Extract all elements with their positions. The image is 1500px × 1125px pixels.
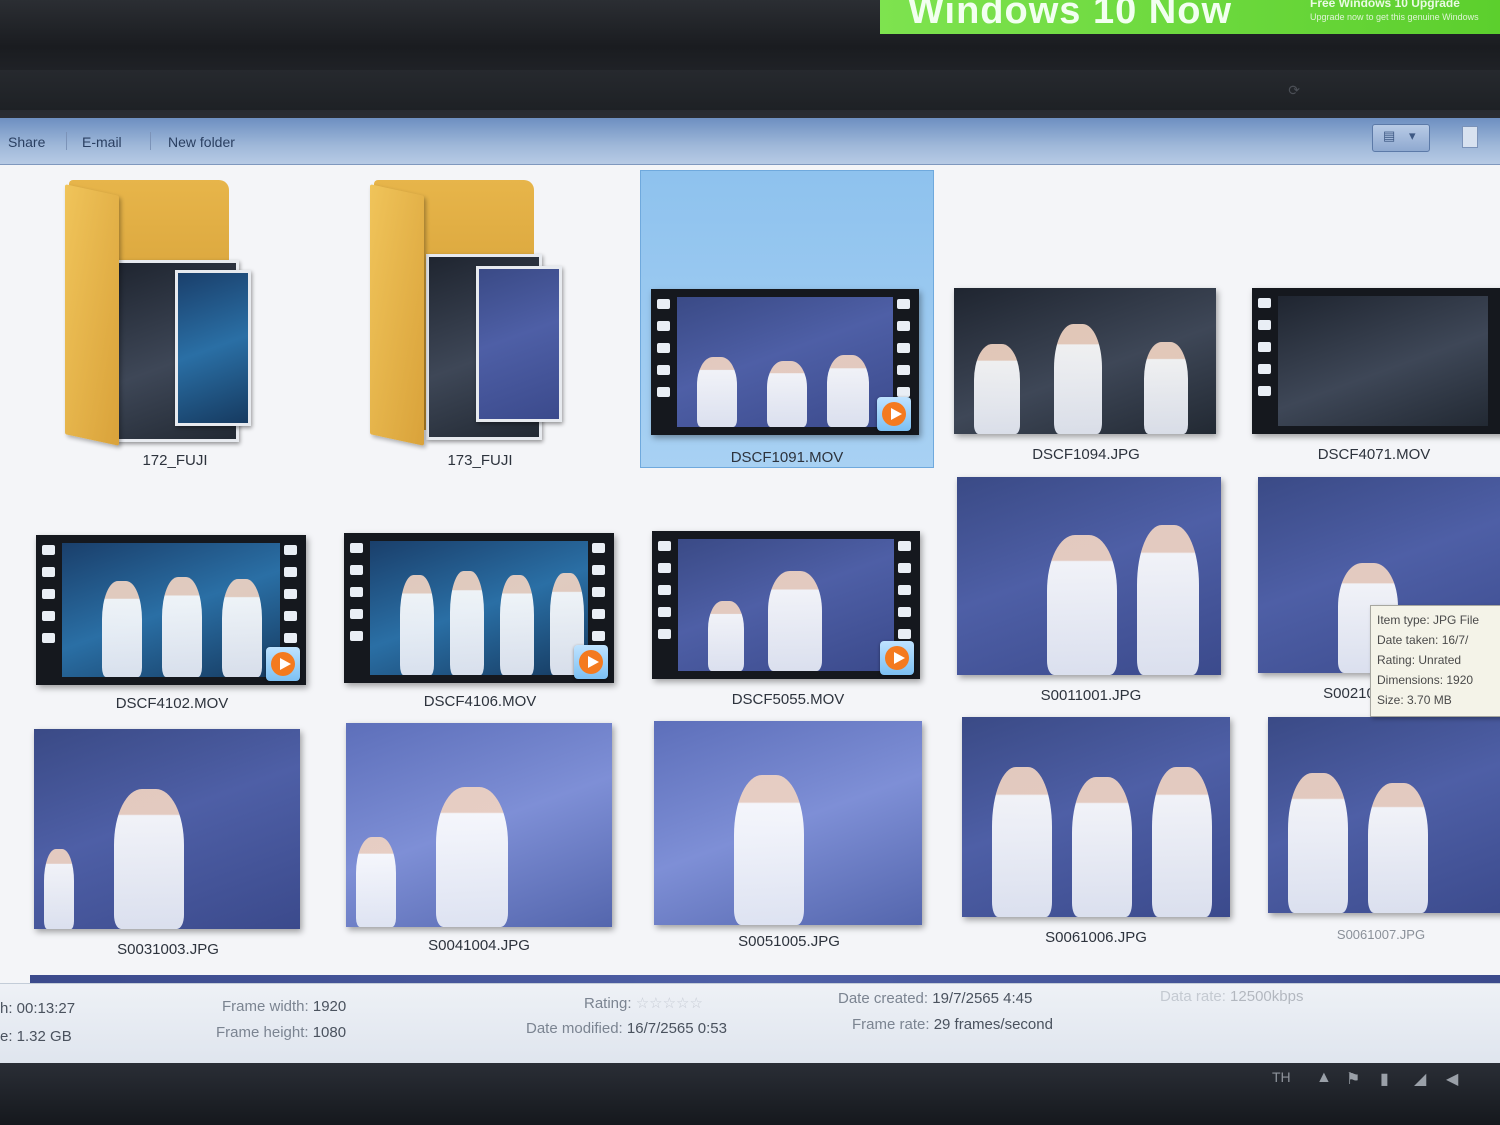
file-name: 172_FUJI — [142, 452, 208, 469]
detail-length: h: 00:13:27 — [0, 1000, 76, 1017]
image-thumbnail — [962, 717, 1230, 917]
file-name: DSCF4071.MOV — [1317, 446, 1431, 463]
refresh-icon[interactable]: ⟳ — [1288, 82, 1300, 99]
file-name: S0051005.JPG — [738, 933, 840, 950]
file-name: S0061007.JPG — [1336, 927, 1426, 942]
image-thumbnail — [954, 288, 1216, 434]
flag-icon[interactable]: ⚑ — [1346, 1069, 1360, 1089]
rating-stars[interactable]: ☆☆☆☆☆ — [636, 995, 703, 1012]
play-icon — [877, 397, 911, 431]
change-view-button[interactable]: ▤ ▾ — [1372, 124, 1430, 152]
battery-icon[interactable]: ▮ — [1380, 1069, 1389, 1089]
file-name: DSCF5055.MOV — [731, 691, 845, 708]
video-item[interactable]: DSCF4071.MOV — [1248, 170, 1500, 466]
toolbar-new-folder[interactable]: New folder — [168, 134, 235, 150]
file-name: S0011001.JPG — [1040, 687, 1142, 704]
image-thumbnail — [654, 721, 922, 925]
next-row-thumbnails — [30, 975, 1500, 983]
detail-date-modified: Date modified: 16/7/2565 0:53 — [526, 1020, 727, 1037]
preview-pane-button[interactable] — [1462, 126, 1478, 148]
file-list: 172_FUJI 173_FUJI DSCF1091.MOV DSCF1094.… — [0, 165, 1500, 983]
explorer-window: Share E-mail New folder ▤ ▾ 172_FUJI 173… — [0, 118, 1500, 1064]
file-name: S0041004.JPG — [428, 937, 530, 954]
chevron-up-icon[interactable]: ▲ — [1316, 1069, 1332, 1087]
file-name: DSCF4102.MOV — [115, 695, 229, 712]
folder-preview-image — [175, 270, 251, 426]
file-tooltip: Item type: JPG File Date taken: 16/7/ Ra… — [1370, 605, 1500, 717]
detail-data-rate: Data rate: 12500kbps — [1160, 988, 1304, 1005]
address-bar-area — [0, 70, 1500, 110]
tooltip-dimensions: Dimensions: 1920 — [1377, 673, 1474, 687]
detail-size: e: 1.32 GB — [0, 1028, 72, 1045]
video-thumbnail — [1252, 288, 1500, 434]
detail-frame-width: Frame width: 1920 — [222, 998, 347, 1015]
file-name: DSCF1094.JPG — [1032, 446, 1140, 463]
upgrade-banner-note: Upgrade now to get this genuine Windows — [1310, 12, 1479, 22]
video-thumbnail — [36, 535, 306, 685]
folder-item[interactable]: 173_FUJI — [360, 170, 600, 470]
tooltip-date-taken: Date taken: 16/7/ — [1377, 633, 1469, 647]
file-name: S0031003.JPG — [117, 941, 219, 958]
file-name: DSCF1091.MOV — [730, 449, 844, 466]
tooltip-rating: Rating: Unrated — [1377, 653, 1462, 667]
play-icon — [266, 647, 300, 681]
image-item[interactable]: S0051005.JPG — [652, 721, 926, 971]
image-item[interactable]: S0061006.JPG — [960, 717, 1232, 967]
folder-flap — [370, 184, 424, 446]
network-icon[interactable]: ◢ — [1414, 1069, 1426, 1089]
view-icon: ▤ — [1383, 128, 1396, 143]
play-icon — [880, 641, 914, 675]
volume-icon[interactable]: ◀ — [1446, 1069, 1458, 1089]
detail-frame-rate: Frame rate: 29 frames/second — [852, 1016, 1053, 1033]
video-item-selected[interactable]: DSCF1091.MOV — [640, 170, 934, 468]
video-thumbnail — [652, 531, 920, 679]
image-item[interactable]: S0061007.JPG — [1262, 717, 1500, 967]
image-thumbnail — [957, 477, 1221, 675]
video-thumbnail — [344, 533, 614, 683]
language-indicator[interactable]: TH — [1272, 1069, 1291, 1085]
image-thumbnail — [1268, 717, 1500, 913]
file-name: S0061006.JPG — [1045, 929, 1147, 946]
toolbar-email[interactable]: E-mail — [82, 134, 122, 150]
image-thumbnail — [346, 723, 612, 927]
video-thumbnail — [651, 289, 919, 435]
tooltip-size: Size: 3.70 MB — [1377, 693, 1452, 707]
upgrade-banner[interactable]: Windows 10 Now Free Windows 10 Upgrade U… — [880, 0, 1500, 34]
toolbar-share[interactable]: Share — [8, 134, 45, 150]
folder-preview-image — [476, 266, 562, 422]
details-pane: h: 00:13:27 e: 1.32 GB Frame width: 1920… — [0, 983, 1500, 1064]
file-name: DSCF4106.MOV — [423, 693, 537, 710]
file-name: 173_FUJI — [447, 452, 513, 469]
detail-rating[interactable]: Rating: ☆☆☆☆☆ — [584, 994, 703, 1012]
upgrade-banner-subtitle: Free Windows 10 Upgrade — [1310, 0, 1460, 10]
play-icon — [574, 645, 608, 679]
image-item[interactable]: S0041004.JPG — [342, 721, 616, 971]
upgrade-banner-title: Windows 10 Now — [908, 0, 1233, 32]
toolbar-separator — [150, 132, 151, 150]
folder-flap — [65, 184, 119, 446]
folder-item[interactable]: 172_FUJI — [55, 170, 295, 470]
detail-date-created: Date created: 19/7/2565 4:45 — [838, 990, 1033, 1007]
image-item[interactable]: DSCF1094.JPG — [950, 170, 1222, 466]
command-bar: Share E-mail New folder ▤ ▾ — [0, 118, 1500, 165]
screen-top-bezel: Windows 10 Now Free Windows 10 Upgrade U… — [0, 0, 1500, 118]
chevron-down-icon: ▾ — [1409, 128, 1416, 143]
detail-frame-height: Frame height: 1080 — [216, 1024, 347, 1041]
taskbar: TH ▲ ⚑ ▮ ◢ ◀ — [0, 1063, 1500, 1125]
toolbar-separator — [66, 132, 67, 150]
image-thumbnail — [34, 729, 300, 929]
image-item[interactable]: S0031003.JPG — [30, 725, 306, 975]
tooltip-item-type: Item type: JPG File — [1377, 613, 1480, 627]
